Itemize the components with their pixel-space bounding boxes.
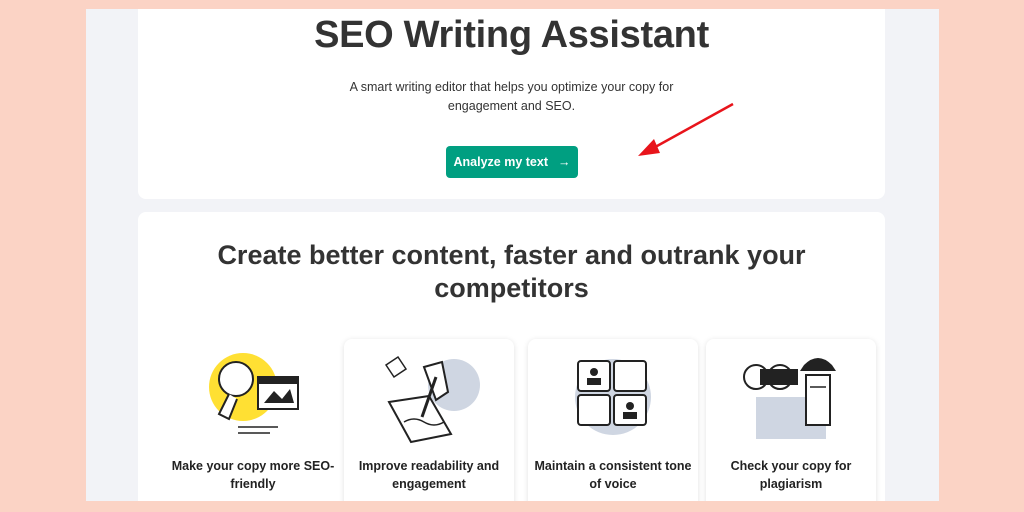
features-title: Create better content, faster and outran… xyxy=(217,240,806,303)
puzzle-illustration-icon xyxy=(575,359,651,435)
features-card: Create better content, faster and outran… xyxy=(138,212,885,501)
page-subtitle: A smart writing editor that helps you op… xyxy=(349,80,674,113)
feature-card-tone: Maintain a consistent tone of voice xyxy=(528,339,698,501)
writing-hand-illustration-icon xyxy=(384,355,480,444)
feature-card-plagiarism: Check your copy for plagiarism xyxy=(706,339,876,501)
feature-label: Make your copy more SEO-friendly xyxy=(171,459,335,491)
binoculars-illustration-icon xyxy=(743,358,836,439)
lightbulb-illustration-icon xyxy=(209,353,299,434)
page-title: SEO Writing Assistant xyxy=(314,14,709,56)
feature-label: Improve readability and engagement xyxy=(358,459,500,491)
feature-card-seo: Make your copy more SEO-friendly xyxy=(168,339,338,501)
feature-card-readability: Improve readability and engagement xyxy=(344,339,514,501)
arrow-right-icon: → xyxy=(557,155,571,169)
feature-label: Check your copy for plagiarism xyxy=(730,459,852,491)
analyze-button[interactable]: Analyze my text → xyxy=(446,146,578,178)
feature-label: Maintain a consistent tone of voice xyxy=(534,459,692,491)
hero-card: SEO Writing Assistant A smart writing ed… xyxy=(138,9,885,199)
app-screen: SEO Writing Assistant A smart writing ed… xyxy=(86,9,939,501)
analyze-button-label: Analyze my text xyxy=(453,155,548,169)
annotation-arrow-icon xyxy=(638,102,734,156)
